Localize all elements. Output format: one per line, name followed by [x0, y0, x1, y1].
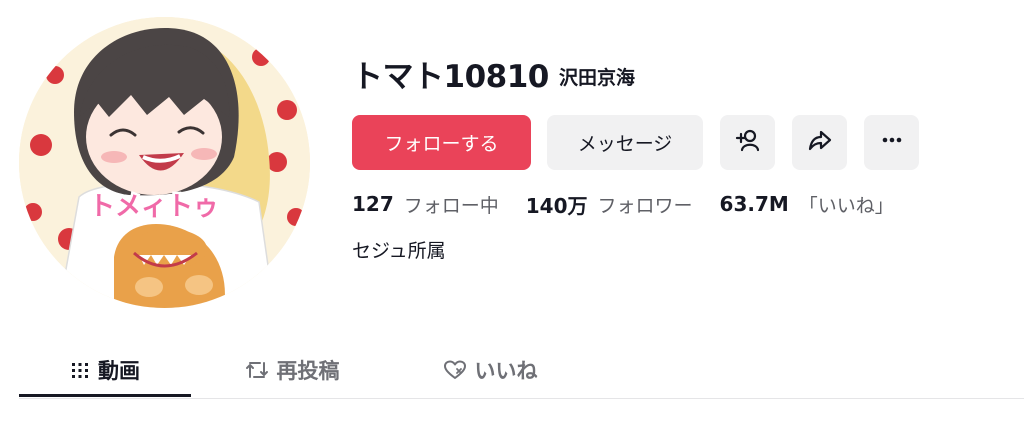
message-button-label: メッセージ — [577, 133, 673, 155]
tab-videos[interactable]: 動画 — [19, 345, 191, 395]
profile-nickname: 沢田京海 — [559, 67, 636, 89]
avatar[interactable]: トメィトゥ — [19, 17, 310, 308]
add-user-icon — [735, 127, 761, 158]
tab-liked-label: いいね — [474, 359, 538, 383]
profile-stats: 127 フォロー中 140万 フォロワー 63.7M 「いいね」 — [352, 188, 894, 220]
message-button[interactable]: メッセージ — [547, 115, 703, 170]
avatar-illustration: トメィトゥ — [19, 17, 310, 308]
add-friend-button[interactable] — [720, 115, 775, 170]
follow-button-label: フォローする — [384, 133, 499, 155]
following-count[interactable]: 127 — [352, 192, 394, 216]
tab-videos-label: 動画 — [98, 359, 140, 383]
tab-reposts[interactable]: 再投稿 — [222, 345, 362, 395]
followers-count[interactable]: 140万 — [526, 190, 588, 219]
profile-username: トマト10810 — [352, 59, 549, 95]
profile-tabs: 動画 再投稿 いいね — [0, 345, 1024, 399]
more-icon — [879, 127, 905, 158]
active-tab-indicator — [19, 394, 191, 397]
likes-label: 「いいね」 — [798, 194, 894, 217]
tabs-divider — [19, 398, 1024, 399]
grid-icon — [70, 360, 90, 380]
share-icon — [807, 127, 833, 158]
tab-liked[interactable]: いいね — [420, 345, 560, 395]
share-button[interactable] — [792, 115, 847, 170]
liked-heart-icon — [443, 359, 467, 381]
following-label[interactable]: フォロー中 — [404, 191, 499, 218]
repost-icon — [245, 359, 269, 381]
tab-reposts-label: 再投稿 — [276, 359, 340, 383]
profile-bio: セジュ所属 — [352, 240, 446, 262]
follow-button[interactable]: フォローする — [352, 115, 531, 170]
likes-count: 63.7M — [719, 192, 789, 216]
followers-label[interactable]: フォロワー — [598, 191, 693, 218]
more-button[interactable] — [864, 115, 919, 170]
svg-text:トメィトゥ: トメィトゥ — [89, 192, 219, 222]
